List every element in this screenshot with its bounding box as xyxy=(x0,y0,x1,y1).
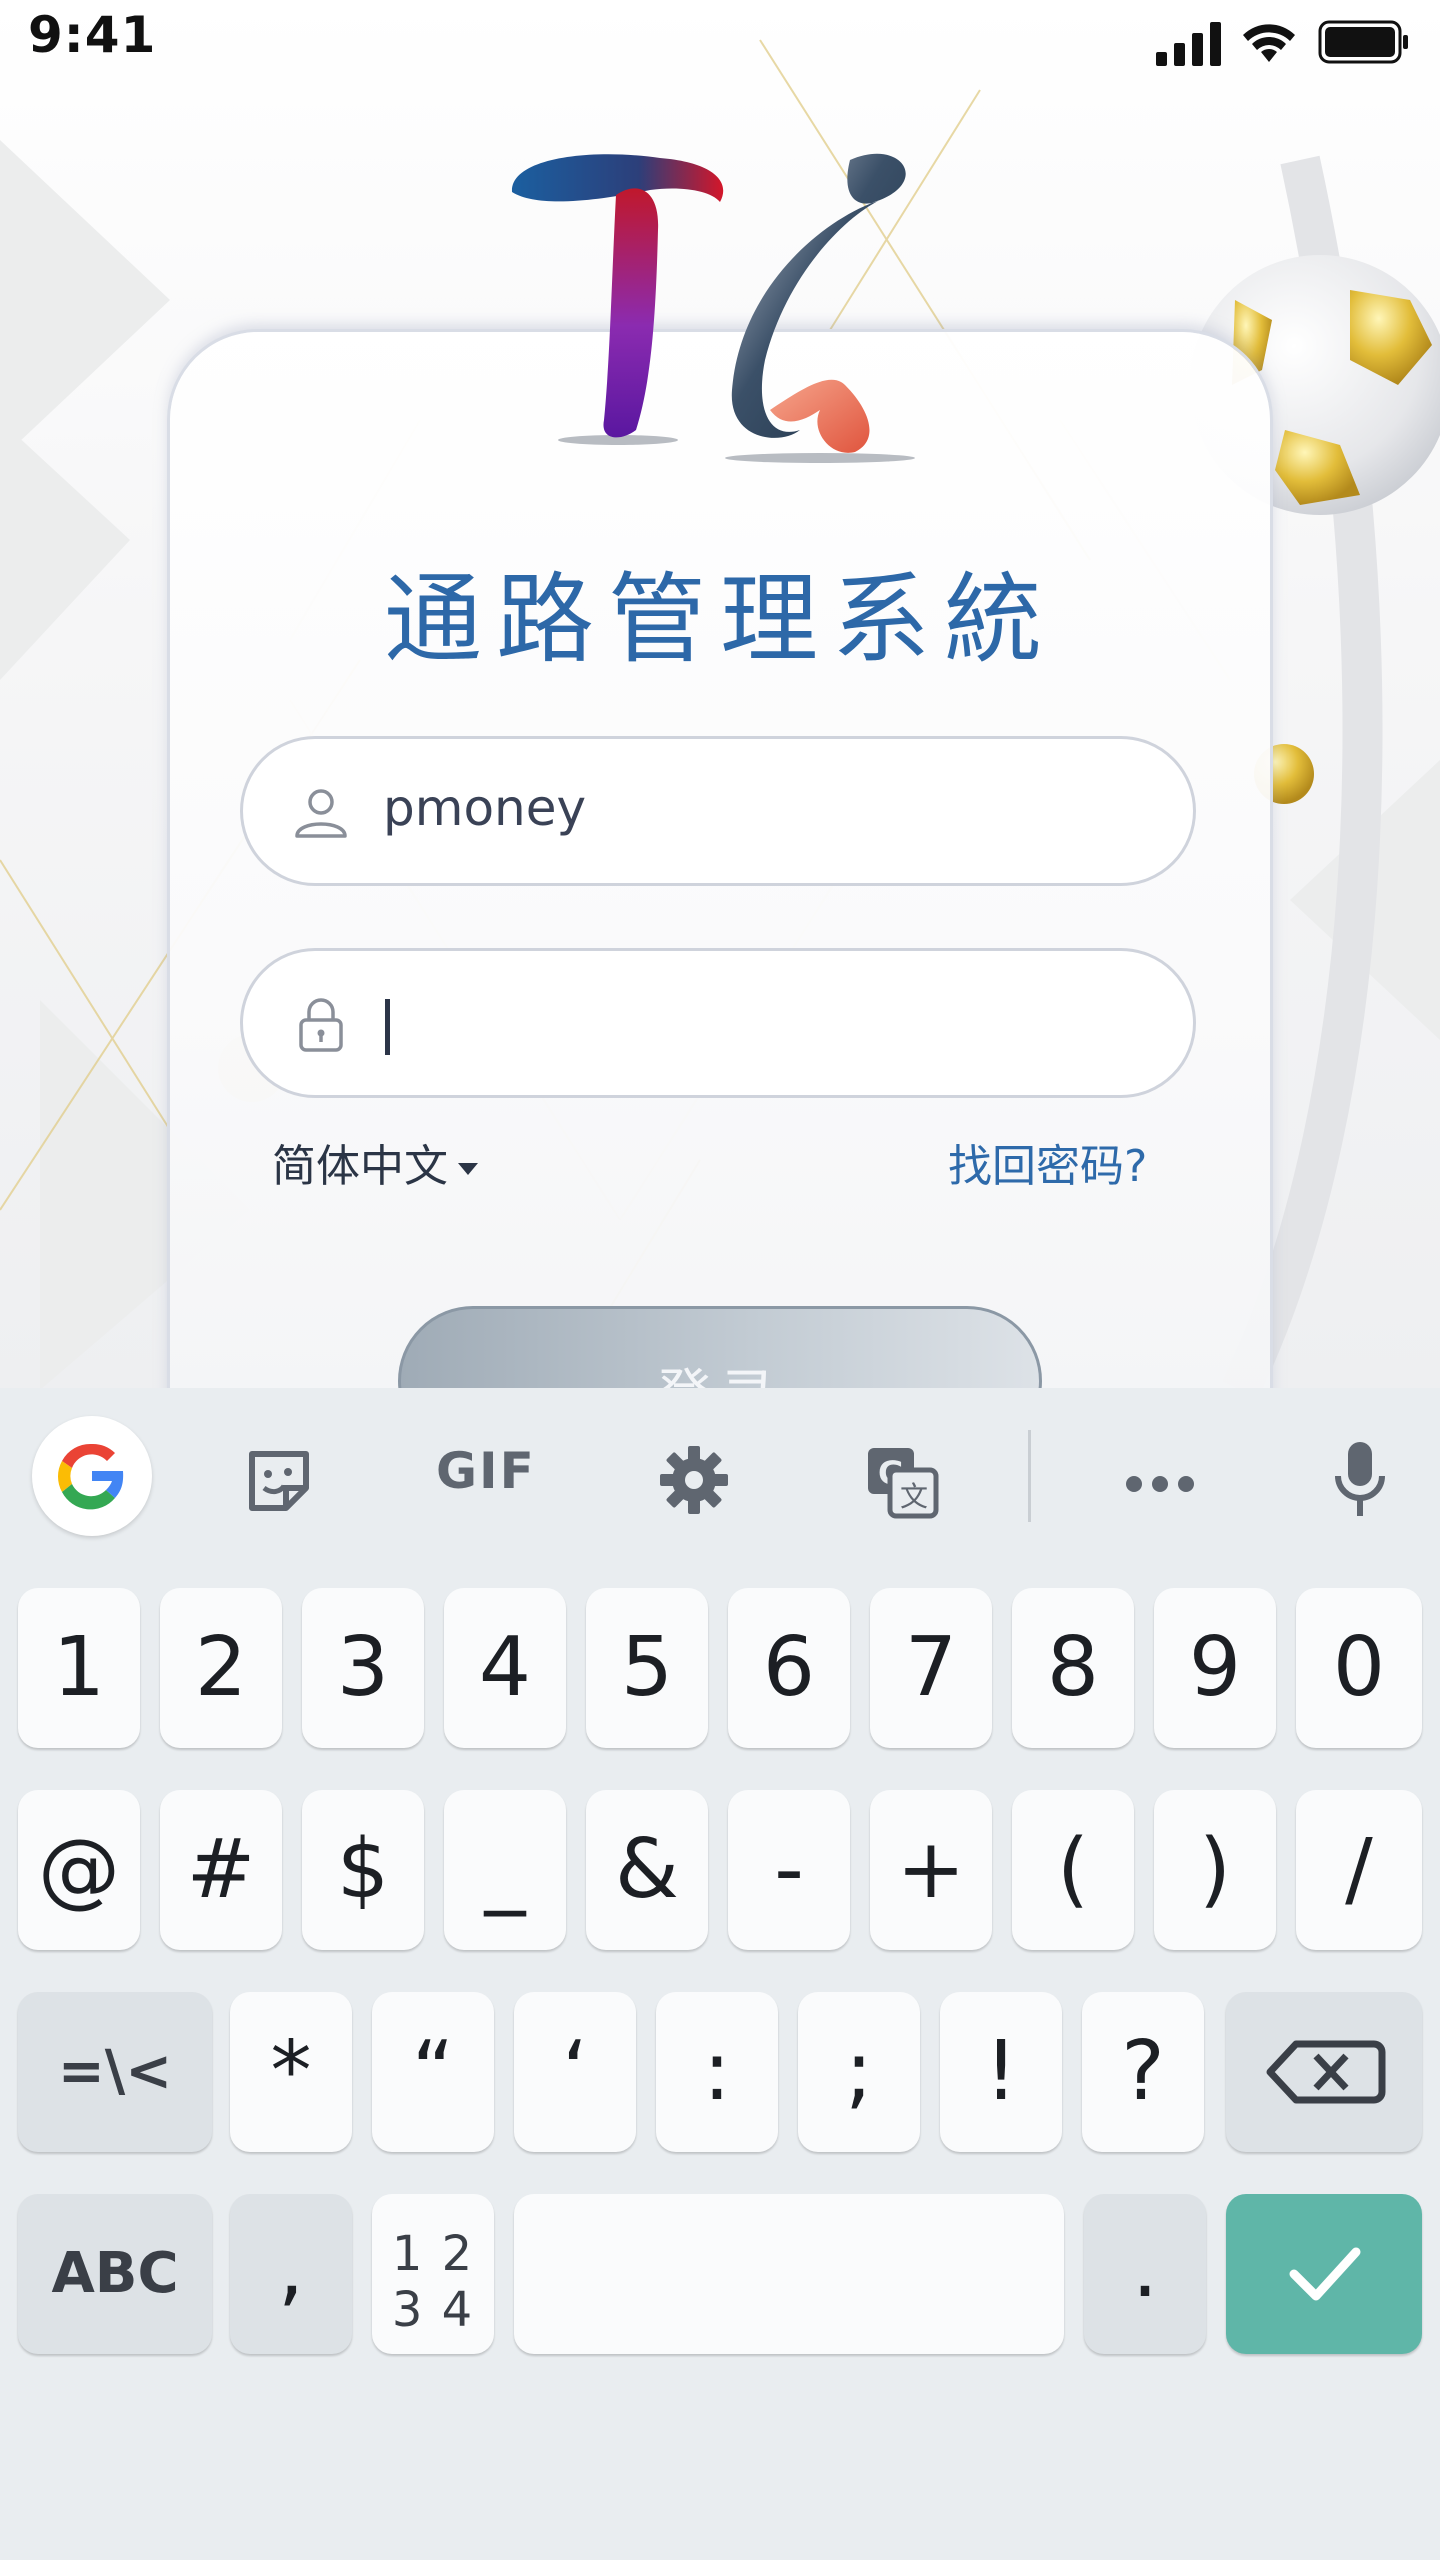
key-dollar[interactable]: $ xyxy=(302,1790,424,1950)
key-minus[interactable]: - xyxy=(728,1790,850,1950)
page-title: 通路管理系統 xyxy=(383,563,1056,677)
username-value: pmoney xyxy=(383,779,587,837)
caret-down-icon xyxy=(458,1163,478,1175)
language-label: 简体中文 xyxy=(272,1141,448,1192)
translate-icon[interactable]: G 文 xyxy=(864,1444,940,1520)
text-cursor xyxy=(385,999,390,1055)
key-plus[interactable]: + xyxy=(870,1790,992,1950)
backspace-icon xyxy=(1266,2040,1386,2104)
battery-icon xyxy=(1318,20,1408,64)
key-semicolon[interactable]: ; xyxy=(798,1992,920,2152)
lock-icon xyxy=(299,998,343,1052)
check-icon xyxy=(1289,2247,1361,2301)
key-asterisk[interactable]: * xyxy=(230,1992,352,2152)
key-5[interactable]: 5 xyxy=(586,1588,708,1748)
status-time: 9:41 xyxy=(28,6,157,64)
key-question[interactable]: ? xyxy=(1082,1992,1204,2152)
key-close-paren[interactable]: ) xyxy=(1154,1790,1276,1950)
google-button[interactable] xyxy=(32,1416,152,1536)
abc-key[interactable]: ABC xyxy=(18,2194,212,2354)
key-6[interactable]: 6 xyxy=(728,1588,850,1748)
keyboard: GIF G 文 1 2 3 4 5 6 7 8 9 0 @ # $ _ & - … xyxy=(0,1388,1440,2560)
key-slash[interactable]: / xyxy=(1296,1790,1422,1950)
key-hash[interactable]: # xyxy=(160,1790,282,1950)
gear-icon[interactable] xyxy=(658,1444,730,1516)
wifi-icon xyxy=(1243,24,1295,62)
gif-button[interactable]: GIF xyxy=(436,1442,536,1500)
numpad-key[interactable]: 1 2 3 4 xyxy=(372,2194,494,2354)
key-3[interactable]: 3 xyxy=(302,1588,424,1748)
key-0[interactable]: 0 xyxy=(1296,1588,1422,1748)
key-period[interactable]: . xyxy=(1084,2194,1206,2354)
key-open-paren[interactable]: ( xyxy=(1012,1790,1134,1950)
username-field[interactable]: pmoney xyxy=(240,736,1196,886)
more-icon[interactable] xyxy=(1124,1474,1196,1494)
key-4[interactable]: 4 xyxy=(444,1588,566,1748)
key-underscore[interactable]: _ xyxy=(444,1790,566,1950)
numpad-label-top: 1 2 xyxy=(391,2226,475,2282)
key-single-quote[interactable]: ‘ xyxy=(514,1992,636,2152)
numpad-label-bottom: 3 4 xyxy=(391,2282,475,2338)
enter-key[interactable] xyxy=(1226,2194,1422,2354)
space-key[interactable] xyxy=(514,2194,1064,2354)
key-9[interactable]: 9 xyxy=(1154,1588,1276,1748)
svg-text:文: 文 xyxy=(900,1480,928,1513)
toolbar-divider xyxy=(1028,1430,1031,1522)
password-field[interactable] xyxy=(240,948,1196,1098)
key-double-quote[interactable]: “ xyxy=(372,1992,494,2152)
user-icon xyxy=(295,789,347,838)
status-bar: 9:41 xyxy=(0,0,1440,80)
key-at[interactable]: @ xyxy=(18,1790,140,1950)
key-ampersand[interactable]: & xyxy=(586,1790,708,1950)
key-more-symbols[interactable]: =\< xyxy=(18,1992,212,2152)
tg-logo xyxy=(511,153,915,463)
forgot-password-link[interactable]: 找回密码? xyxy=(948,1130,1147,1194)
key-2[interactable]: 2 xyxy=(160,1588,282,1748)
sticker-icon[interactable] xyxy=(244,1446,314,1516)
key-comma[interactable]: , xyxy=(230,2194,352,2354)
language-selector[interactable]: 简体中文 xyxy=(272,1130,478,1194)
backspace-key[interactable] xyxy=(1226,1992,1422,2152)
signal-icon xyxy=(1156,22,1221,66)
key-exclamation[interactable]: ! xyxy=(940,1992,1062,2152)
key-8[interactable]: 8 xyxy=(1012,1588,1134,1748)
key-7[interactable]: 7 xyxy=(870,1588,992,1748)
key-colon[interactable]: : xyxy=(656,1992,778,2152)
key-1[interactable]: 1 xyxy=(18,1588,140,1748)
mic-icon[interactable] xyxy=(1332,1440,1388,1520)
google-icon xyxy=(57,1443,124,1510)
